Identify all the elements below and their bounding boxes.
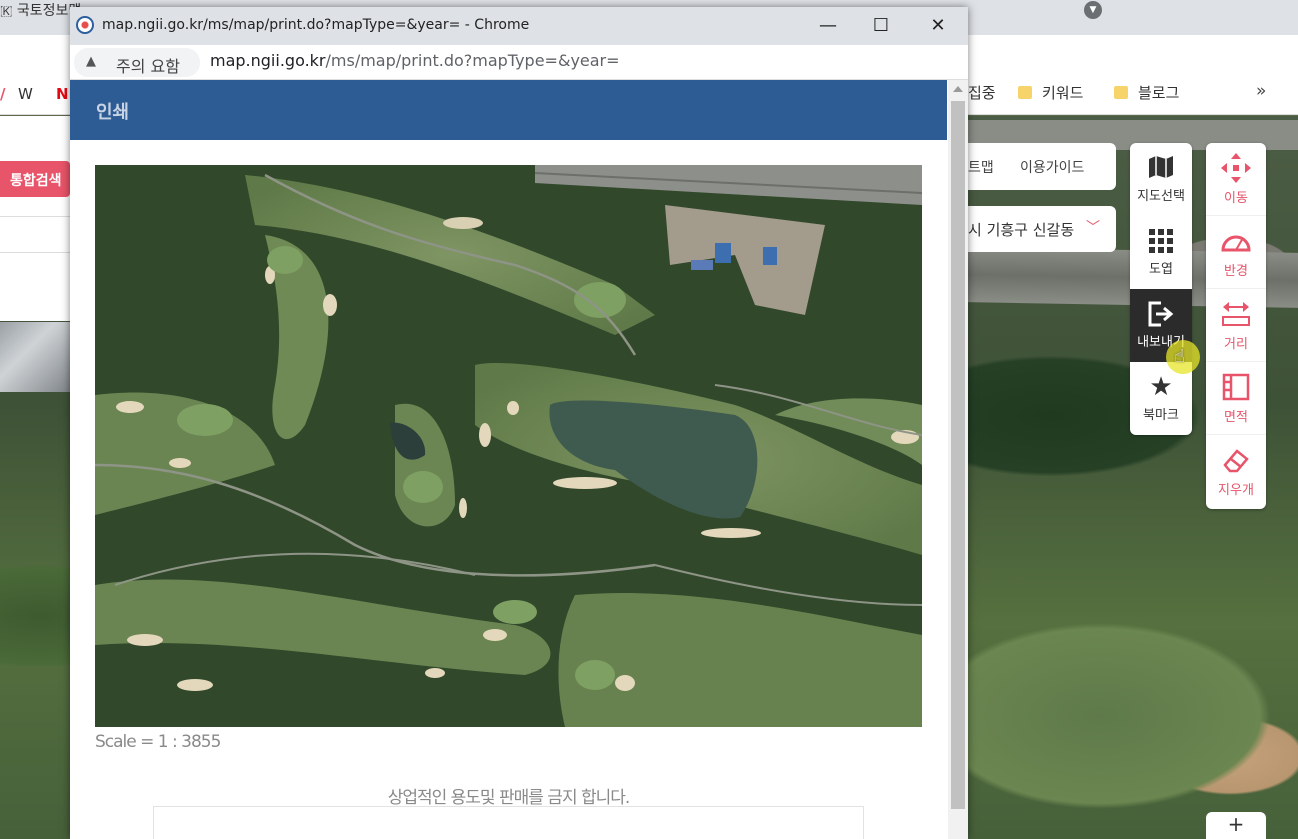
- url-path: /ms/map/print.do?mapType=&year=: [325, 51, 620, 70]
- print-memo-box: [153, 806, 864, 839]
- tool-area[interactable]: 면적: [1206, 362, 1266, 435]
- security-label: 주의 요함: [116, 57, 180, 76]
- popup-window-title: map.ngii.go.kr/ms/map/print.do?mapType=&…: [102, 17, 530, 33]
- star-icon: ★: [1149, 372, 1173, 402]
- divider: [0, 216, 70, 217]
- profile-dropdown-icon[interactable]: ▼: [1084, 1, 1102, 19]
- aerial-photo: [95, 165, 922, 727]
- tool-label: 거리: [1224, 337, 1248, 352]
- bookmark-label: 블로그: [1138, 84, 1180, 102]
- tool-label: 면적: [1224, 410, 1248, 425]
- print-page: 인쇄 Scale = 1: 3855 상업적인 용도및 판매를 금지 합니다.: [70, 80, 948, 839]
- tool-move[interactable]: 이동: [1206, 143, 1266, 216]
- url-host: map.ngii.go.kr: [210, 51, 326, 70]
- chevron-down-icon: ﹀: [1086, 220, 1100, 236]
- measure-tools-panel: 이동 반경 거리 면적 지우개: [1206, 143, 1266, 509]
- tool-label: 이동: [1224, 191, 1248, 206]
- export-icon: [1146, 301, 1176, 327]
- tool-distance[interactable]: 거리: [1206, 289, 1266, 362]
- user-guide-link[interactable]: 이용가이드: [1020, 157, 1084, 177]
- map-icon: [1146, 155, 1176, 181]
- popup-address-bar: ▲ 주의 요함 map.ngii.go.kr/ms/map/print.do?m…: [70, 45, 968, 80]
- tool-eraser[interactable]: 지우개: [1206, 435, 1266, 508]
- print-header: 인쇄: [70, 80, 947, 140]
- area-icon: [1221, 372, 1251, 402]
- bookmark-w[interactable]: W: [18, 85, 33, 103]
- scroll-up-arrow-icon[interactable]: [953, 86, 963, 92]
- eraser-icon: [1221, 445, 1251, 475]
- bookmark-item[interactable]: 블로그: [1114, 82, 1179, 103]
- close-button[interactable]: ✕: [918, 13, 958, 41]
- bookmark-label: 집중: [968, 84, 996, 102]
- folder-icon: [1018, 86, 1032, 99]
- bookmark-label: 키워드: [1042, 84, 1084, 102]
- bookmark-favicon-1[interactable]: /: [0, 85, 5, 103]
- tool-label: 지우개: [1218, 483, 1254, 498]
- bookmark-netflix-icon[interactable]: N: [56, 85, 69, 103]
- sitemap-link[interactable]: 트맵: [968, 157, 994, 177]
- warning-icon: ▲: [86, 54, 96, 69]
- map-scale-text: Scale = 1 : 3855: [95, 732, 221, 752]
- tool-label: 북마크: [1143, 408, 1179, 423]
- folder-icon: [1114, 86, 1128, 99]
- site-favicon-icon: [76, 16, 94, 34]
- zoom-in-button[interactable]: +: [1206, 812, 1266, 839]
- maximize-button[interactable]: ☐: [861, 13, 901, 41]
- tool-sheet[interactable]: 도엽: [1130, 216, 1192, 289]
- bookmark-item[interactable]: 키워드: [1018, 82, 1083, 103]
- tool-label: 반경: [1224, 264, 1248, 279]
- distance-icon: [1221, 299, 1251, 329]
- grid-icon: [1146, 228, 1176, 254]
- divider: [0, 252, 70, 253]
- region-select[interactable]: 시 기흥구 신갈동 ﹀: [968, 206, 1116, 252]
- security-indicator[interactable]: ▲ 주의 요함: [74, 48, 200, 77]
- radius-icon: [1221, 226, 1251, 256]
- popup-scrollbar[interactable]: [948, 80, 968, 839]
- hand-cursor-icon: ☝: [1174, 346, 1185, 367]
- integrated-search-tab[interactable]: 통합검색: [0, 161, 70, 197]
- tool-label: 지도선택: [1137, 189, 1185, 204]
- scrollbar-thumb[interactable]: [951, 101, 965, 809]
- tool-label: 도엽: [1149, 262, 1173, 277]
- tool-radius[interactable]: 반경: [1206, 216, 1266, 289]
- bookmarks-more-icon[interactable]: »: [1256, 81, 1266, 101]
- print-popup-window: map.ngii.go.kr/ms/map/print.do?mapType=&…: [70, 7, 968, 839]
- map-building: [0, 322, 70, 392]
- tool-map-select[interactable]: 지도선택: [1130, 143, 1192, 216]
- move-icon: [1221, 153, 1251, 183]
- region-select-value: 시 기흥구 신갈동: [968, 221, 1075, 239]
- popup-titlebar[interactable]: map.ngii.go.kr/ms/map/print.do?mapType=&…: [70, 7, 968, 45]
- search-panel: [0, 116, 70, 321]
- bookmark-item[interactable]: 집중: [968, 82, 996, 103]
- map-top-nav: 트맵 이용가이드: [968, 143, 1116, 190]
- print-title: 인쇄: [96, 102, 130, 123]
- commercial-use-notice: 상업적인 용도및 판매를 금지 합니다.: [387, 788, 631, 808]
- url-text[interactable]: map.ngii.go.kr/ms/map/print.do?mapType=&…: [210, 51, 620, 70]
- minimize-button[interactable]: —: [808, 13, 848, 41]
- map-tools-panel: 지도선택 도엽 내보내기 ★ 북마크: [1130, 143, 1192, 435]
